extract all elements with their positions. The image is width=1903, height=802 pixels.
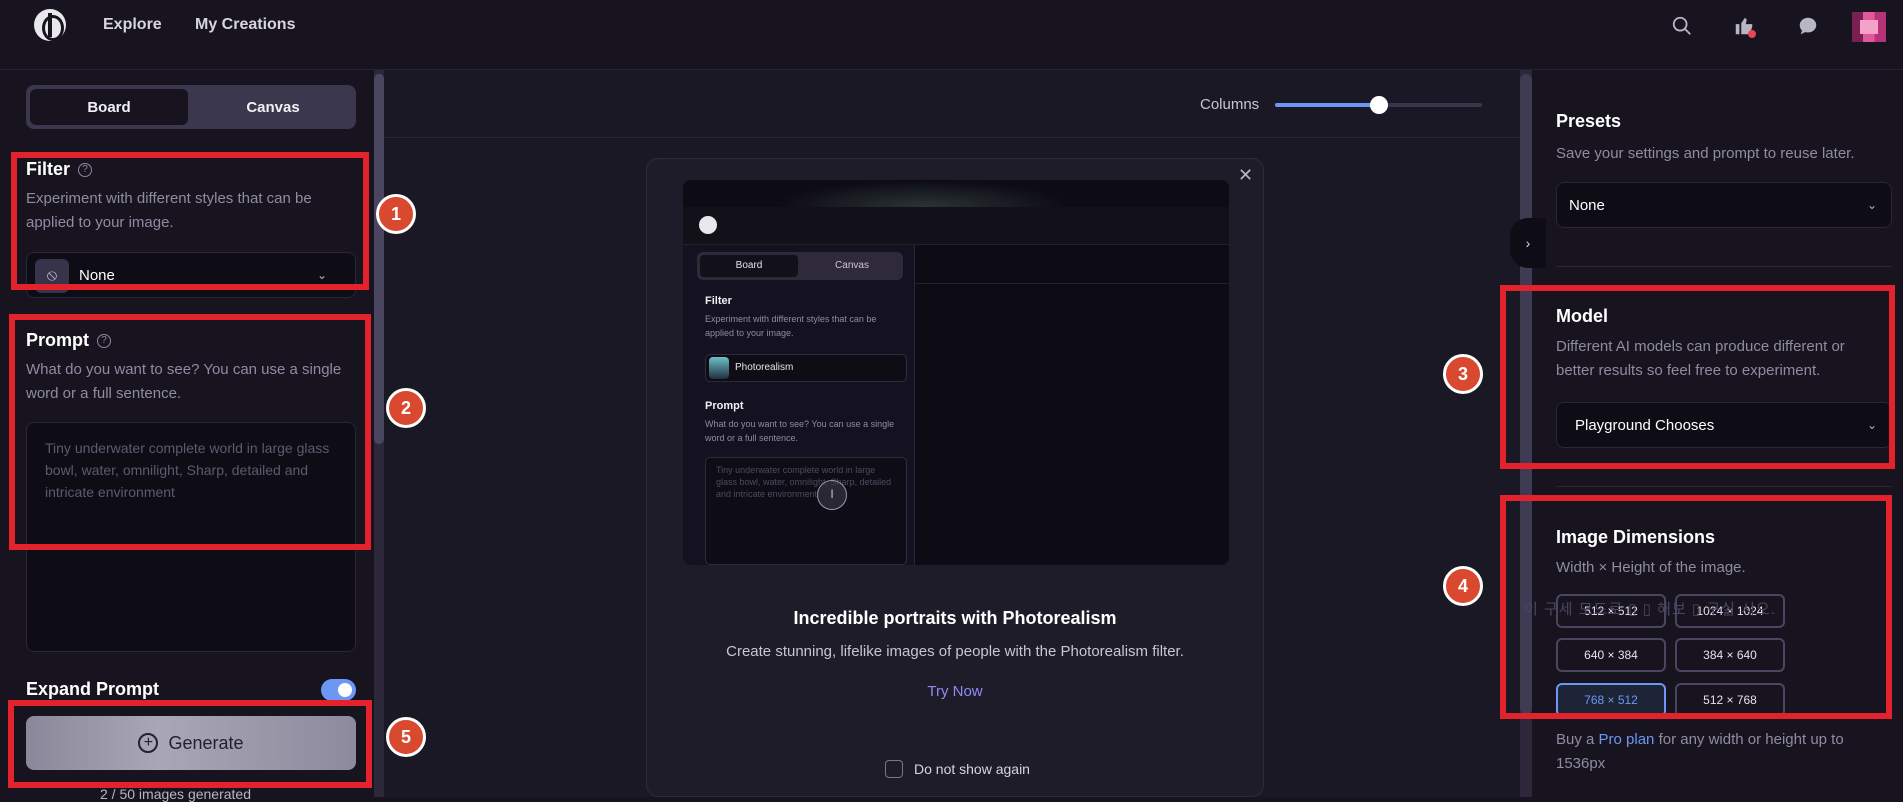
preview-tab-canvas: Canvas [835, 260, 869, 271]
preview-filter-value: Photorealism [735, 362, 794, 373]
left-scrollbar-thumb[interactable] [374, 74, 384, 444]
tab-board[interactable]: Board [30, 89, 188, 125]
chat-bubble-icon[interactable] [1797, 15, 1819, 37]
text-cursor-icon: I [817, 480, 847, 510]
chevron-right-icon: › [1525, 235, 1531, 251]
preview-portrait-strip [773, 180, 1073, 207]
annotation-box-filter [11, 152, 369, 290]
presets-title: Presets [1556, 111, 1622, 131]
search-icon[interactable] [1671, 15, 1693, 37]
expand-prompt-toggle[interactable] [321, 679, 356, 701]
avatar[interactable] [1852, 12, 1886, 42]
preview-filter-desc: Experiment with different styles that ca… [705, 314, 877, 338]
board-canvas-toggle: Board Canvas [26, 85, 356, 129]
top-bar: Explore My Creations [0, 0, 1903, 70]
modal-title: Incredible portraits with Photorealism [793, 608, 1117, 628]
pro-plan-note: Buy a Pro plan for any width or height u… [1556, 728, 1886, 776]
nav-my-creations[interactable]: My Creations [195, 16, 295, 34]
collapse-panel-button[interactable]: › [1510, 218, 1546, 268]
columns-label: Columns [1200, 96, 1260, 113]
pro-note-prefix: Buy a [1556, 731, 1599, 748]
annotation-box-prompt [9, 314, 371, 550]
annotation-badge-5: 5 [386, 717, 426, 757]
columns-slider-knob[interactable] [1370, 96, 1388, 114]
preview-prompt-box: Tiny underwater complete world in large … [705, 457, 907, 565]
chevron-down-icon: ⌄ [1867, 198, 1878, 212]
pro-plan-link[interactable]: Pro plan [1599, 731, 1655, 748]
modal-description: Create stunning, lifelike images of peop… [726, 643, 1184, 660]
images-generated-count: 2 / 50 images generated [100, 786, 251, 802]
presets-description: Save your settings and prompt to reuse l… [1556, 145, 1855, 162]
annotation-box-model [1500, 285, 1895, 469]
presets-value: None [1569, 197, 1605, 214]
annotation-badge-3: 3 [1443, 354, 1483, 394]
do-not-show-checkbox[interactable] [885, 760, 903, 778]
preview-prompt-title: Prompt [705, 400, 744, 412]
annotation-badge-4: 4 [1443, 566, 1483, 606]
nav-explore[interactable]: Explore [103, 16, 162, 34]
divider [1556, 266, 1892, 267]
preview-tab-board: Board [700, 255, 798, 277]
columns-slider-fill [1275, 103, 1379, 107]
modal-preview-image: Board Canvas Filter Experiment with diff… [683, 180, 1229, 565]
preview-prompt-desc: What do you want to see? You can use a s… [705, 419, 895, 443]
preview-portrait-thumb [709, 357, 729, 379]
playground-logo-icon[interactable] [34, 9, 66, 41]
try-now-link[interactable]: Try Now [646, 683, 1264, 700]
annotation-box-dimensions [1500, 495, 1892, 719]
tab-canvas[interactable]: Canvas [194, 89, 352, 125]
expand-prompt-label: Expand Prompt [26, 679, 160, 699]
preview-logo-icon [699, 216, 717, 234]
annotation-box-generate [8, 700, 372, 788]
annotation-badge-1: 1 [376, 194, 416, 234]
preview-filter-title: Filter [705, 295, 732, 307]
divider [1556, 486, 1892, 487]
do-not-show-label: Do not show again [914, 761, 1030, 777]
close-icon[interactable]: ✕ [1238, 165, 1253, 186]
annotation-badge-2: 2 [386, 388, 426, 428]
notification-dot [1748, 30, 1756, 38]
preview-header [683, 207, 1229, 245]
preview-divider [915, 283, 1229, 284]
presets-select[interactable]: None ⌄ [1556, 182, 1892, 228]
